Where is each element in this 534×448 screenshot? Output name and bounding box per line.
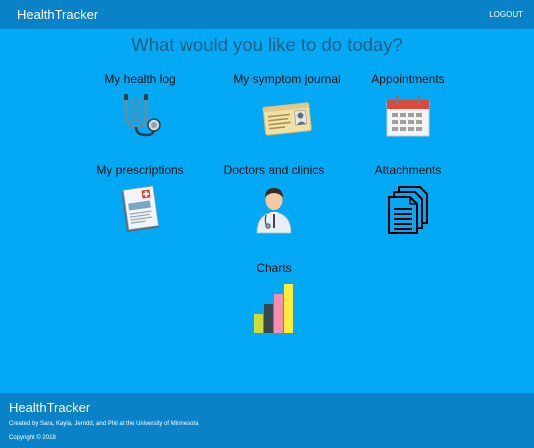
tile-my-health-log[interactable]: My health log	[65, 72, 215, 139]
doctor-icon	[256, 188, 292, 234]
footer-copyright: Copyright © 2018	[9, 435, 56, 441]
footer-title: HealthTracker	[9, 400, 91, 415]
tile-label: Charts	[256, 261, 292, 275]
tile-label: Doctors and clinics	[223, 163, 325, 177]
brand-link[interactable]: HealthTracker	[17, 7, 98, 22]
id-card-icon	[262, 102, 312, 136]
footer: HealthTracker Created by Sara, Kayla, Je…	[0, 393, 534, 448]
tile-attachments[interactable]: Attachments	[333, 163, 483, 236]
documents-icon	[388, 186, 428, 234]
tile-label: My health log	[104, 72, 176, 86]
bar-chart-icon	[254, 284, 293, 333]
prescription-icon	[121, 185, 159, 233]
tile-charts[interactable]: Charts	[199, 261, 349, 334]
tile-label: Appointments	[371, 72, 445, 86]
tile-label: Attachments	[374, 163, 442, 177]
logout-link[interactable]: LOGOUT	[489, 10, 523, 19]
tile-my-prescriptions[interactable]: My prescriptions	[65, 163, 215, 234]
footer-credit: Created by Sara, Kayla, Jerridd, and Phi…	[9, 421, 199, 427]
tile-doctors-and-clinics[interactable]: Doctors and clinics	[199, 163, 349, 234]
tile-label: My prescriptions	[96, 163, 184, 177]
page-title: What would you like to do today?	[131, 34, 403, 55]
tile-appointments[interactable]: Appointments	[333, 72, 483, 139]
stethoscope-icon	[124, 94, 161, 137]
top-navbar: HealthTracker LOGOUT	[0, 0, 534, 29]
calendar-icon	[386, 95, 430, 137]
